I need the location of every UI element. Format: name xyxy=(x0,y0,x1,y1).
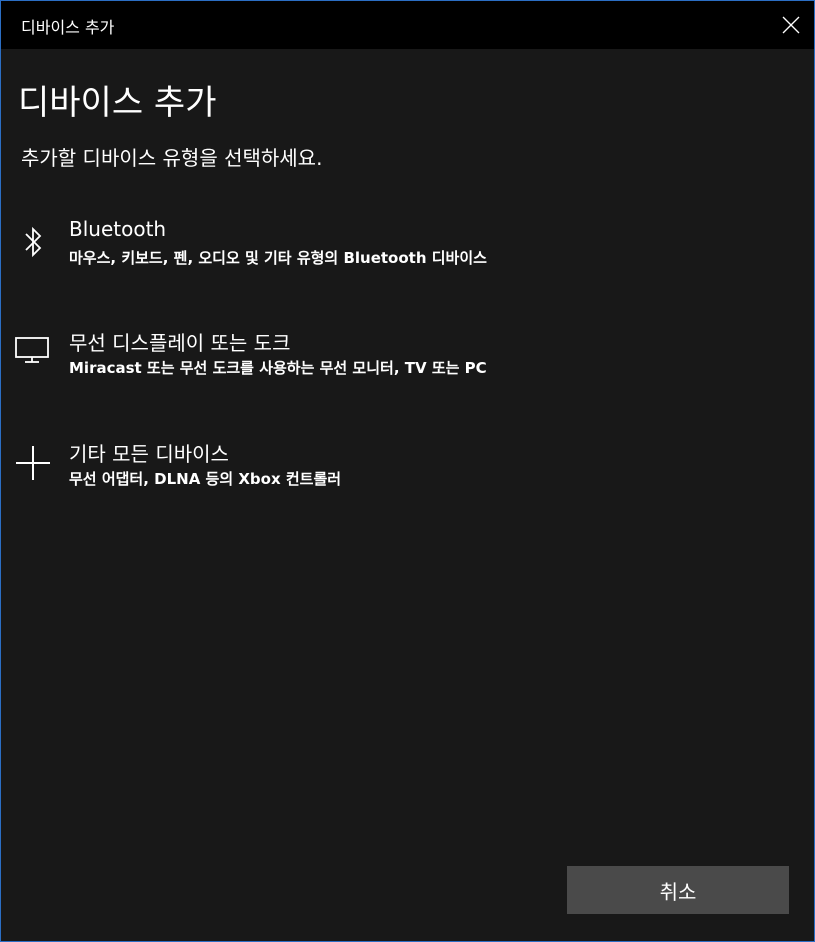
option-wireless-display-title: 무선 디스플레이 또는 도크 xyxy=(69,331,291,355)
close-icon xyxy=(782,16,800,34)
option-bluetooth-title: Bluetooth xyxy=(69,217,167,241)
option-other-devices-description: 무선 어댑터, DLNA 등의 Xbox 컨트롤러 xyxy=(69,470,342,488)
window-title: 디바이스 추가 xyxy=(21,18,115,37)
page-subtitle: 추가할 디바이스 유형을 선택하세요. xyxy=(21,146,323,170)
option-other-devices[interactable]: 기타 모든 디바이스 무선 어댑터, DLNA 등의 Xbox 컨트롤러 xyxy=(1,438,814,518)
title-bar: 디바이스 추가 xyxy=(1,1,814,49)
monitor-icon xyxy=(9,327,55,373)
bluetooth-icon xyxy=(11,219,57,265)
option-bluetooth-description: 마우스, 키보드, 펜, 오디오 및 기타 유형의 Bluetooth 디바이스 xyxy=(69,249,487,267)
option-wireless-display-description: Miracast 또는 무선 도크를 사용하는 무선 모니터, TV 또는 PC xyxy=(69,359,487,377)
close-button[interactable] xyxy=(768,1,814,49)
cancel-button[interactable]: 취소 xyxy=(567,866,789,914)
add-device-window: 디바이스 추가 디바이스 추가 추가할 디바이스 유형을 선택하세요. Blue… xyxy=(0,0,815,942)
option-wireless-display[interactable]: 무선 디스플레이 또는 도크 Miracast 또는 무선 도크를 사용하는 무… xyxy=(1,327,814,407)
page-title: 디바이스 추가 xyxy=(18,83,217,123)
option-bluetooth[interactable]: Bluetooth 마우스, 키보드, 펜, 오디오 및 기타 유형의 Blue… xyxy=(1,217,814,297)
option-other-devices-title: 기타 모든 디바이스 xyxy=(69,442,229,466)
plus-icon xyxy=(10,440,56,486)
